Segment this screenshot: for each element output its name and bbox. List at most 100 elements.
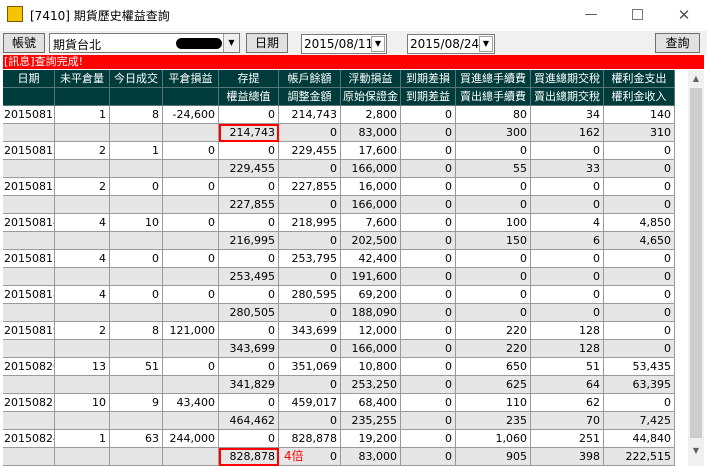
table-row-detail[interactable]: 341,829 0 253,250 0 625 64 63,395 xyxy=(3,376,688,394)
chevron-down-icon[interactable]: ▼ xyxy=(371,36,385,52)
table-cell: 0 xyxy=(219,322,279,340)
table-cell: 0 xyxy=(604,304,675,322)
chevron-down-icon[interactable]: ▼ xyxy=(223,34,239,52)
table-cell: 0 xyxy=(401,322,456,340)
column-subheader: 權利金收入 xyxy=(604,88,675,106)
close-button[interactable]: ✕ xyxy=(661,0,707,30)
header-row-secondary[interactable]: 權益總值 調整金額 原始保證金 到期差益 賣出總手續費 賣出總期交稅 權利金收入 xyxy=(3,88,688,106)
table-row-detail[interactable]: 253,495 0 191,600 0 0 0 0 xyxy=(3,268,688,286)
table-cell: 0 xyxy=(401,340,456,358)
header-row-primary[interactable]: 日期 未平倉量 今日成交 平倉損益 存提 帳戶餘額 浮動損益 到期差損 買進總手續費 買進總期交稅… xyxy=(3,70,688,88)
table-cell xyxy=(110,340,163,358)
table-cell: 0 xyxy=(531,178,604,196)
table-row-detail[interactable]: 828,878 0 83,000 0 905 398 222,515 4倍 xyxy=(3,448,688,466)
column-subheader: 賣出總手續費 xyxy=(456,88,531,106)
table-cell: 227,855 xyxy=(279,178,341,196)
table-cell xyxy=(163,268,219,286)
table-row[interactable]: 20150820 13 51 0 0 351,069 10,800 0 650 51 53,435 xyxy=(3,358,688,376)
table-cell: 64 xyxy=(531,376,604,394)
table-cell: 121,000 xyxy=(163,322,219,340)
table-row-detail[interactable]: 343,699 0 166,000 0 220 128 0 xyxy=(3,340,688,358)
table-cell xyxy=(110,304,163,322)
table-cell: 191,600 xyxy=(341,268,401,286)
table-cell: 4 xyxy=(531,214,604,232)
column-header: 平倉損益 xyxy=(163,70,219,88)
table-cell: 0 xyxy=(531,304,604,322)
maximize-button[interactable] xyxy=(614,0,660,30)
column-header: 到期差損 xyxy=(401,70,456,88)
table-cell xyxy=(3,304,55,322)
total-equity-cell: 216,995 xyxy=(219,232,279,250)
table-row[interactable]: 20150813 2 0 0 0 227,855 16,000 0 0 0 0 xyxy=(3,178,688,196)
table-row[interactable]: 20150814 4 10 0 0 218,995 7,600 0 100 4 4,850 xyxy=(3,214,688,232)
table-cell: 17,600 xyxy=(341,142,401,160)
table-row[interactable]: 20150817 4 0 0 0 253,795 42,400 0 0 0 0 xyxy=(3,250,688,268)
table-cell: 0 xyxy=(604,250,675,268)
table-cell: 10,800 xyxy=(341,358,401,376)
table-cell: 828,878 xyxy=(279,430,341,448)
table-cell xyxy=(110,376,163,394)
record-date: 20150818 xyxy=(3,286,55,304)
date-button[interactable]: 日期 xyxy=(246,33,288,53)
table-row[interactable]: 20150811 1 8 -24,600 0 214,743 2,800 0 80 34 140 xyxy=(3,106,688,124)
table-cell: 0 xyxy=(163,358,219,376)
table-row-detail[interactable]: 227,855 0 166,000 0 0 0 0 xyxy=(3,196,688,214)
column-subheader xyxy=(163,88,219,106)
table-cell: 0 xyxy=(604,196,675,214)
table-cell: 0 xyxy=(279,376,341,394)
table-cell: 2 xyxy=(55,178,110,196)
vertical-scrollbar[interactable]: ▲ ▼ xyxy=(688,70,704,466)
table-cell: 222,515 xyxy=(604,448,675,466)
start-date-picker[interactable]: 2015/08/11 ▼ xyxy=(301,34,387,54)
chevron-down-icon[interactable]: ▼ xyxy=(479,36,493,52)
minimize-button[interactable]: — xyxy=(568,0,614,30)
table-cell: 0 xyxy=(401,430,456,448)
table-cell: 0 xyxy=(401,124,456,142)
table-row-detail[interactable]: 464,462 0 235,255 0 235 70 7,425 xyxy=(3,412,688,430)
end-date-value: 2015/08/24 xyxy=(410,37,480,51)
table-cell: 2,800 xyxy=(341,106,401,124)
account-select[interactable]: 期貨台北 ▼ xyxy=(49,33,240,53)
end-date-picker[interactable]: 2015/08/24 ▼ xyxy=(407,34,495,54)
table-cell xyxy=(55,268,110,286)
table-row[interactable]: 20150824 1 63 244,000 0 828,878 19,200 0 1,060 25… xyxy=(3,430,688,448)
table-cell xyxy=(110,232,163,250)
record-date: 20150821 xyxy=(3,394,55,412)
highlighted-total-equity: 828,878 xyxy=(219,448,279,466)
table-row[interactable]: 20150812 2 1 0 0 229,455 17,600 0 0 0 0 xyxy=(3,142,688,160)
table-row-detail[interactable]: 280,505 0 188,090 0 0 0 0 xyxy=(3,304,688,322)
table-cell: 13 xyxy=(55,358,110,376)
table-cell: 235 xyxy=(456,412,531,430)
table-cell: 251 xyxy=(531,430,604,448)
table-cell: 34 xyxy=(531,106,604,124)
table-cell: 0 xyxy=(456,268,531,286)
table-cell: 6 xyxy=(531,232,604,250)
table-cell xyxy=(163,340,219,358)
table-cell: 244,000 xyxy=(163,430,219,448)
table-cell: 63,395 xyxy=(604,376,675,394)
table-cell xyxy=(110,160,163,178)
query-button[interactable]: 查詢 xyxy=(655,33,700,53)
record-date: 20150817 xyxy=(3,250,55,268)
table-cell xyxy=(110,124,163,142)
table-cell: 70 xyxy=(531,412,604,430)
scroll-up-icon[interactable]: ▲ xyxy=(688,70,704,87)
table-cell: 0 xyxy=(163,286,219,304)
table-cell: 0 xyxy=(604,160,675,178)
table-cell xyxy=(55,412,110,430)
table-cell: 12,000 xyxy=(341,322,401,340)
table-row[interactable]: 20150818 4 0 0 0 280,595 69,200 0 0 0 0 xyxy=(3,286,688,304)
table-row-detail[interactable]: 229,455 0 166,000 0 55 33 0 xyxy=(3,160,688,178)
total-equity-cell: 343,699 xyxy=(219,340,279,358)
table-cell xyxy=(110,196,163,214)
table-row[interactable]: 20150821 10 9 43,400 0 459,017 68,400 0 110 62 0 xyxy=(3,394,688,412)
table-cell: 0 xyxy=(219,250,279,268)
scrollbar-thumb[interactable] xyxy=(690,88,702,438)
account-button[interactable]: 帳號 xyxy=(3,33,45,53)
column-subheader: 賣出總期交稅 xyxy=(531,88,604,106)
table-row-detail[interactable]: 216,995 0 202,500 0 150 6 4,650 xyxy=(3,232,688,250)
scroll-down-icon[interactable]: ▼ xyxy=(688,442,704,459)
table-cell: 0 xyxy=(279,412,341,430)
table-row[interactable]: 20150819 2 8 121,000 0 343,699 12,000 0 220 128 0 xyxy=(3,322,688,340)
table-row-detail[interactable]: 214,743 0 83,000 0 300 162 310 xyxy=(3,124,688,142)
